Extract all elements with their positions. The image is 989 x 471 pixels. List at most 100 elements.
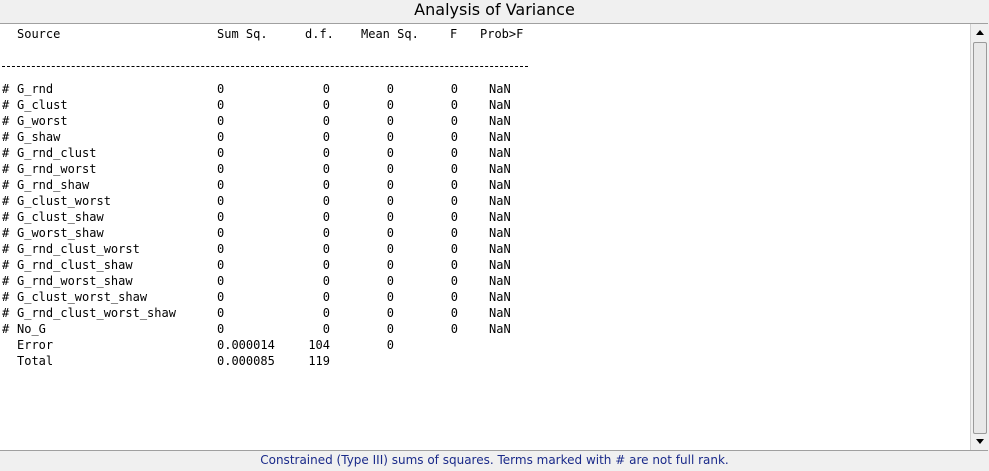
cell-f: 0	[450, 226, 458, 240]
cell-prob: NaN	[489, 162, 511, 176]
cell-df: 0	[322, 210, 330, 224]
cell-f: 0	[450, 242, 458, 256]
cell-sum-sq: 0	[217, 114, 225, 128]
scrollbar-thumb[interactable]	[973, 42, 987, 434]
cell-prob: NaN	[489, 82, 511, 96]
cell-df: 0	[322, 82, 330, 96]
cell-prob: NaN	[489, 98, 511, 112]
cell-source: G_rnd_worst_shaw	[17, 274, 133, 288]
cell-mean-sq: 0	[386, 146, 394, 160]
cell-prob: NaN	[489, 178, 511, 192]
cell-f: 0	[450, 210, 458, 224]
cell-prob: NaN	[489, 226, 511, 240]
cell-df: 0	[322, 178, 330, 192]
cell-mean-sq: 0	[386, 242, 394, 256]
results-panel[interactable]: Source Sum Sq. d.f. Mean Sq. F Prob>F # G…	[0, 23, 988, 451]
rank-mark: #	[2, 210, 10, 224]
cell-prob: NaN	[489, 274, 511, 288]
cell-sum-sq: 0	[217, 130, 225, 144]
header-f: F	[450, 27, 458, 41]
cell-source: G_rnd_clust_worst_shaw	[17, 306, 176, 320]
rank-mark: #	[2, 226, 10, 240]
cell-source: No_G	[17, 322, 46, 336]
cell-sum-sq: 0	[217, 178, 225, 192]
vertical-scrollbar[interactable]	[970, 24, 988, 450]
cell-mean-sq: 0	[386, 306, 394, 320]
window-title: Analysis of Variance	[414, 0, 575, 19]
cell-source: G_clust_worst_shaw	[17, 290, 148, 304]
anova-table: Source Sum Sq. d.f. Mean Sq. F Prob>F # G…	[0, 24, 970, 450]
rank-mark: #	[2, 242, 10, 256]
cell-f: 0	[450, 306, 458, 320]
rank-mark: #	[2, 290, 10, 304]
cell-f: 0	[450, 82, 458, 96]
header-mean-sq: Mean Sq.	[361, 27, 419, 41]
cell-sum-sq: 0	[217, 274, 225, 288]
cell-df: 0	[322, 242, 330, 256]
cell-source: G_clust_worst	[17, 194, 111, 208]
cell-mean-sq: 0	[386, 82, 394, 96]
cell-sum-sq: 0	[217, 290, 225, 304]
cell-df: 0	[322, 226, 330, 240]
rank-mark: #	[2, 162, 10, 176]
cell-df: 104	[308, 338, 330, 352]
cell-mean-sq: 0	[386, 210, 394, 224]
cell-mean-sq: 0	[386, 178, 394, 192]
cell-sum-sq: 0	[217, 146, 225, 160]
cell-df: 0	[322, 194, 330, 208]
cell-prob: NaN	[489, 306, 511, 320]
cell-sum-sq: 0	[217, 162, 225, 176]
cell-source: G_worst	[17, 114, 68, 128]
cell-f: 0	[450, 194, 458, 208]
cell-f: 0	[450, 322, 458, 336]
cell-prob: NaN	[489, 130, 511, 144]
cell-f: 0	[450, 178, 458, 192]
cell-f: 0	[450, 98, 458, 112]
cell-sum-sq: 0	[217, 226, 225, 240]
scroll-up-button[interactable]	[971, 24, 988, 41]
cell-df: 0	[322, 114, 330, 128]
rank-mark: #	[2, 98, 10, 112]
cell-f: 0	[450, 114, 458, 128]
arrow-down-icon	[975, 439, 984, 444]
cell-mean-sq: 0	[386, 226, 394, 240]
cell-sum-sq: 0	[217, 242, 225, 256]
cell-source: G_shaw	[17, 130, 61, 144]
cell-prob: NaN	[489, 258, 511, 272]
cell-df: 0	[322, 258, 330, 272]
scroll-down-button[interactable]	[971, 433, 988, 450]
cell-mean-sq: 0	[386, 290, 394, 304]
header-source: Source	[17, 27, 61, 41]
cell-mean-sq: 0	[386, 338, 394, 352]
cell-source: G_rnd_worst	[17, 162, 97, 176]
cell-mean-sq: 0	[386, 98, 394, 112]
rank-mark: #	[2, 194, 10, 208]
cell-source: G_rnd_shaw	[17, 178, 90, 192]
cell-sum-sq: 0	[217, 82, 225, 96]
cell-sum-sq: 0	[217, 258, 225, 272]
rank-mark: #	[2, 178, 10, 192]
cell-source: G_rnd	[17, 82, 54, 96]
cell-mean-sq: 0	[386, 194, 394, 208]
cell-prob: NaN	[489, 146, 511, 160]
cell-f: 0	[450, 162, 458, 176]
cell-f: 0	[450, 146, 458, 160]
cell-mean-sq: 0	[386, 114, 394, 128]
cell-source: G_rnd_clust_shaw	[17, 258, 133, 272]
cell-source: G_rnd_clust_worst	[17, 242, 140, 256]
cell-prob: NaN	[489, 242, 511, 256]
cell-mean-sq: 0	[386, 130, 394, 144]
cell-f: 0	[450, 274, 458, 288]
cell-df: 0	[322, 146, 330, 160]
cell-mean-sq: 0	[386, 258, 394, 272]
cell-sum-sq: 0	[217, 98, 225, 112]
cell-df: 0	[322, 322, 330, 336]
cell-mean-sq: 0	[386, 274, 394, 288]
cell-sum-sq: 0.000085	[217, 354, 275, 368]
rank-mark: #	[2, 322, 10, 336]
cell-df: 0	[322, 162, 330, 176]
rank-mark: #	[2, 114, 10, 128]
rank-mark: #	[2, 82, 10, 96]
cell-prob: NaN	[489, 114, 511, 128]
cell-mean-sq: 0	[386, 162, 394, 176]
